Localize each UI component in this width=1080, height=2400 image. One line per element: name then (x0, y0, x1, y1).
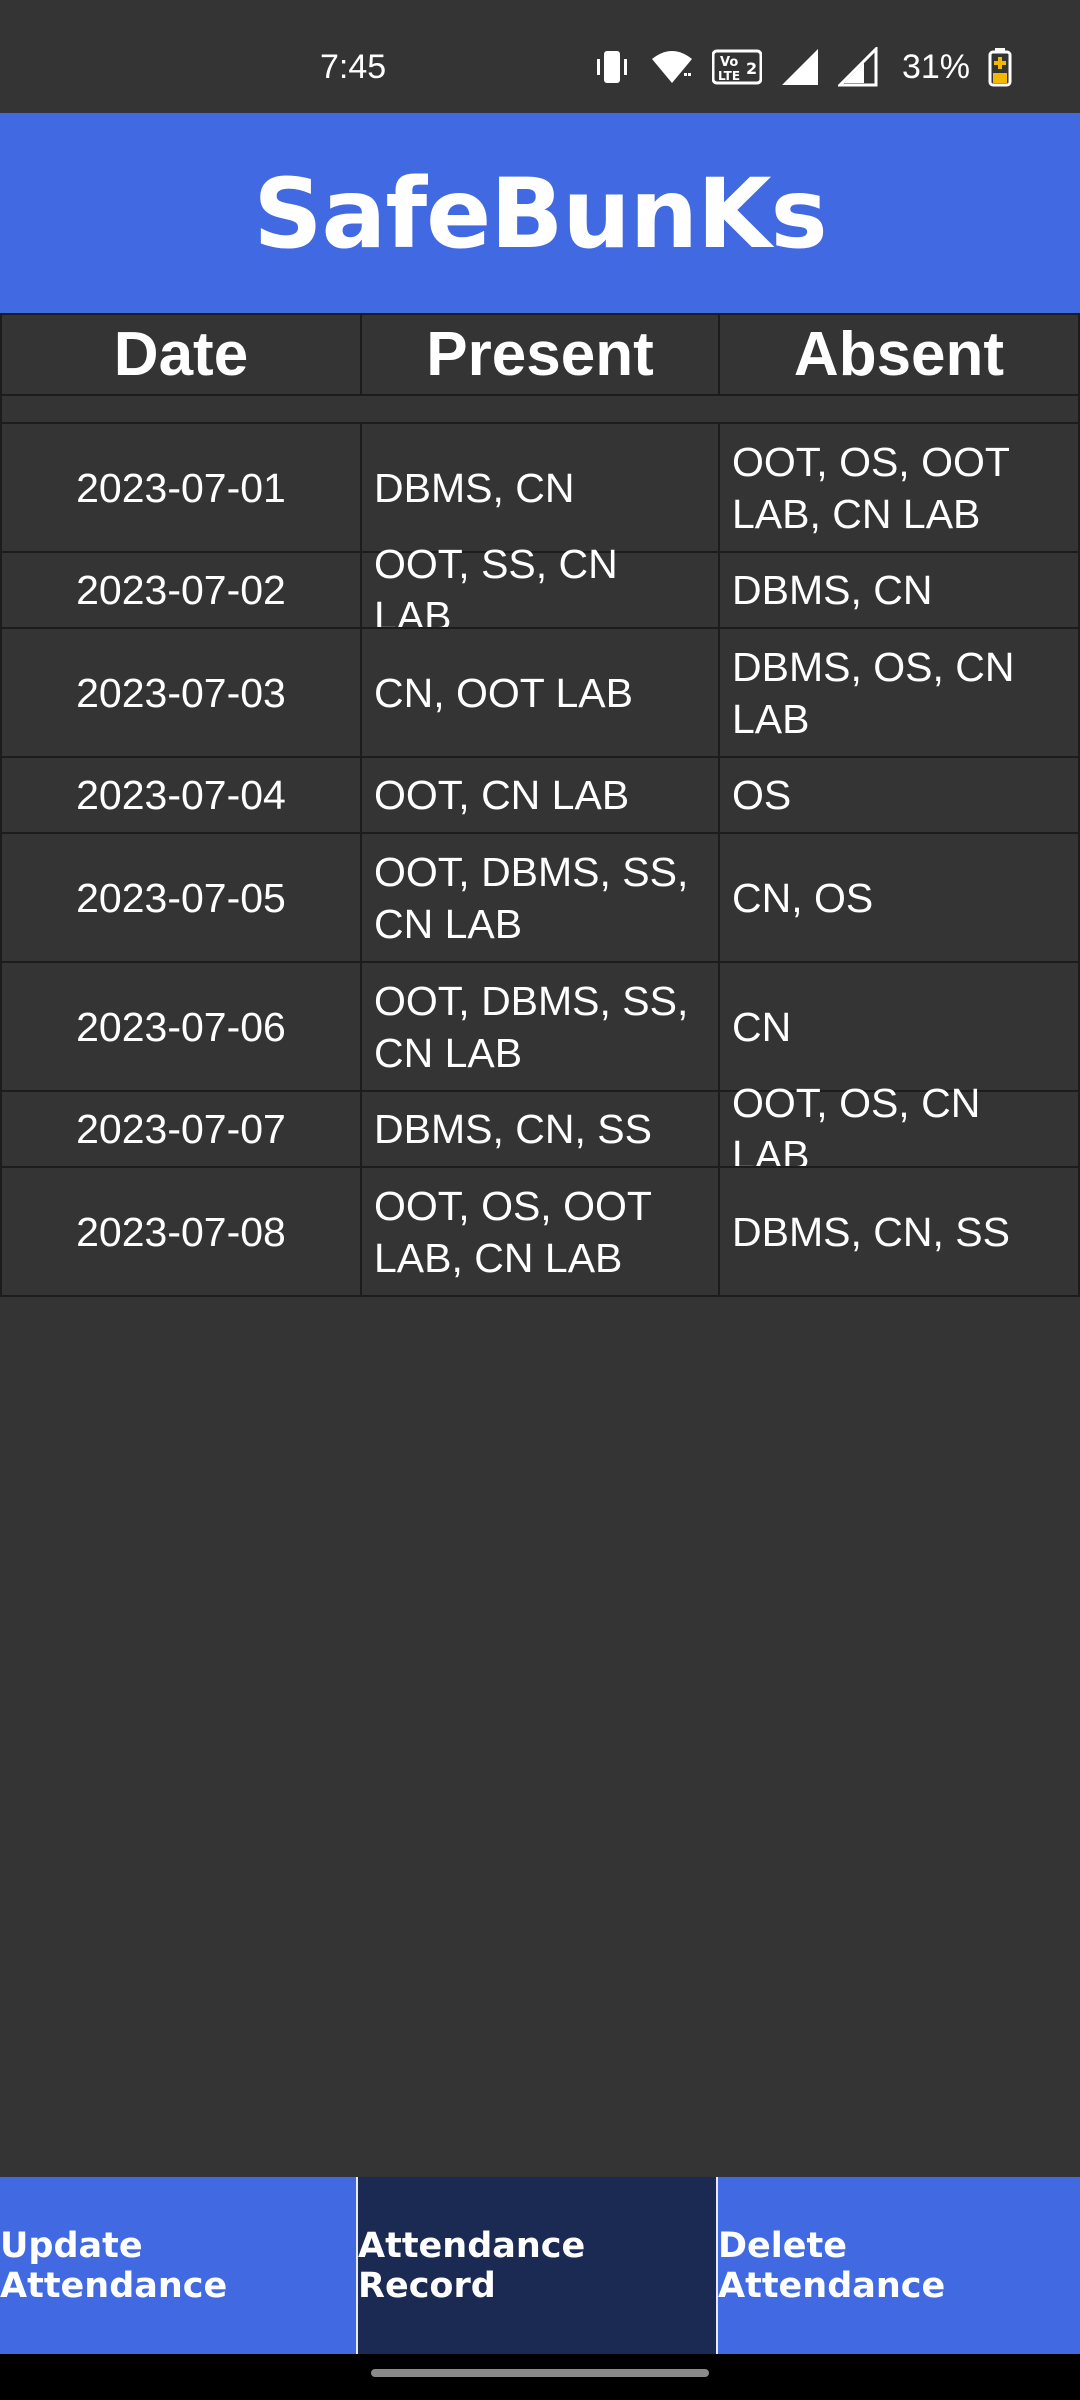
gesture-bar (0, 2354, 1080, 2400)
vibrate-icon (596, 51, 627, 83)
app-title: SafeBunKs (253, 158, 827, 270)
table-row: 2023-07-06 OOT, DBMS, SS, CN LAB CN (0, 961, 1080, 1092)
column-header-absent: Absent (718, 313, 1080, 396)
cell-date: 2023-07-04 (0, 756, 362, 834)
signal-icon (837, 47, 878, 87)
signal-icon (781, 49, 818, 85)
cell-present: DBMS, CN, SS (360, 1090, 720, 1168)
table-row: 2023-07-05 OOT, DBMS, SS, CN LAB CN, OS (0, 832, 1080, 963)
cell-date: 2023-07-03 (0, 627, 362, 758)
cell-absent: CN, OS (718, 832, 1080, 963)
attendance-table: Date Present Absent 2023-07-01 DBMS, CN … (0, 313, 1080, 1297)
table-row: 2023-07-04 OOT, CN LAB OS (0, 756, 1080, 834)
cell-present: OOT, CN LAB (360, 756, 720, 834)
column-header-date: Date (0, 313, 362, 396)
wifi-icon (651, 51, 692, 83)
table-row: 2023-07-08 OOT, OS, OOT LAB, CN LAB DBMS… (0, 1166, 1080, 1297)
column-header-present: Present (360, 313, 720, 396)
delete-attendance-button[interactable]: Delete Attendance (718, 2177, 1080, 2354)
table-spacer-cell (0, 394, 1080, 424)
cell-absent: DBMS, OS, CN LAB (718, 627, 1080, 758)
cell-date: 2023-07-05 (0, 832, 362, 963)
app-header: SafeBunKs (0, 113, 1080, 315)
cell-date: 2023-07-07 (0, 1090, 362, 1168)
status-icons: Vo LTE 2 31% (592, 44, 1012, 90)
cell-absent: DBMS, CN, SS (718, 1166, 1080, 1297)
table-header-row: Date Present Absent (0, 313, 1080, 396)
svg-text:Vo: Vo (720, 55, 738, 70)
table-row: 2023-07-01 DBMS, CN OOT, OS, OOT LAB, CN… (0, 422, 1080, 553)
cell-present: DBMS, CN (360, 422, 720, 553)
cell-absent: CN (718, 961, 1080, 1092)
table-row: 2023-07-07 DBMS, CN, SS OOT, OS, CN LAB (0, 1080, 1080, 1178)
svg-text:LTE: LTE (718, 69, 740, 83)
battery-percent: 31% (901, 47, 970, 86)
cell-present: OOT, SS, CN LAB (360, 541, 720, 639)
table-row: 2023-07-03 CN, OOT LAB DBMS, OS, CN LAB (0, 627, 1080, 758)
status-time: 7:45 (320, 48, 387, 86)
cell-date: 2023-07-06 (0, 961, 362, 1092)
svg-text:2: 2 (746, 59, 757, 78)
bottom-nav: Update Attendance Attendance Record Dele… (0, 2177, 1080, 2354)
cell-present: OOT, DBMS, SS, CN LAB (360, 832, 720, 963)
table-spacer-row (0, 394, 1080, 424)
cell-present: OOT, DBMS, SS, CN LAB (360, 961, 720, 1092)
cell-present: CN, OOT LAB (360, 627, 720, 758)
home-gesture-handle[interactable] (371, 2369, 709, 2377)
status-bar: 7:45 Vo LTE 2 31% (0, 0, 1080, 113)
cell-date: 2023-07-01 (0, 422, 362, 553)
cell-absent: DBMS, CN (718, 551, 1080, 629)
table-row: 2023-07-02 OOT, SS, CN LAB DBMS, CN (0, 541, 1080, 639)
update-attendance-button[interactable]: Update Attendance (0, 2177, 358, 2354)
attendance-record-button[interactable]: Attendance Record (358, 2177, 718, 2354)
battery-icon (988, 48, 1012, 87)
cell-date: 2023-07-08 (0, 1166, 362, 1297)
cell-absent: OOT, OS, OOT LAB, CN LAB (718, 422, 1080, 553)
cell-date: 2023-07-02 (0, 551, 362, 629)
cell-absent: OOT, OS, CN LAB (718, 1080, 1080, 1178)
cell-absent: OS (718, 756, 1080, 834)
cell-present: OOT, OS, OOT LAB, CN LAB (360, 1166, 720, 1297)
volte-icon: Vo LTE 2 (711, 49, 762, 85)
